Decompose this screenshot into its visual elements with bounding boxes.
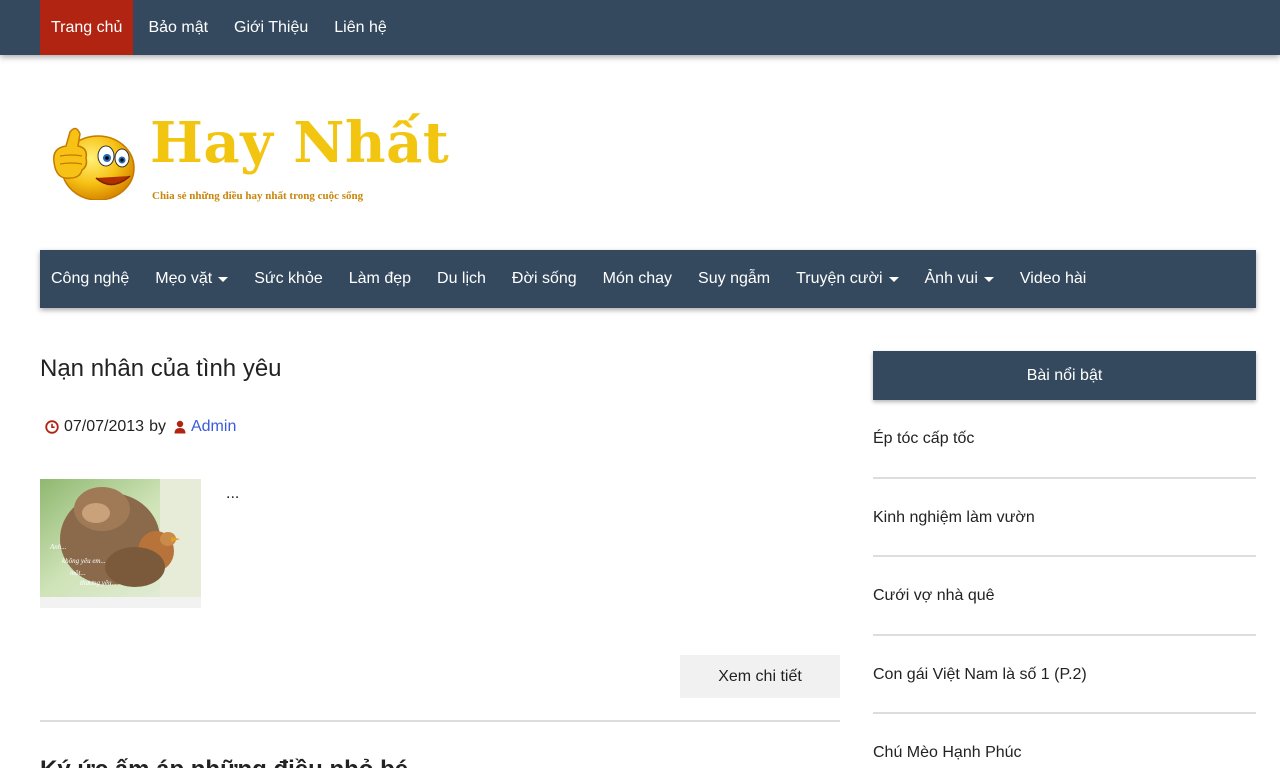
caret-down-icon [888,276,899,282]
nav-health[interactable]: Sức khỏe [243,250,334,308]
nav-funny-videos[interactable]: Video hài [1009,250,1097,308]
list-item: Ép tóc cấp tốc [873,400,1256,479]
nav-tips[interactable]: Mẹo vặt [144,250,239,308]
logo-subtitle: Chia sẻ những điều hay nhất trong cuộc s… [152,190,364,202]
featured-post-link[interactable]: Con gái Việt Nam là số 1 (P.2) [873,666,1087,684]
nav-beauty[interactable]: Làm đẹp [338,250,422,308]
svg-text:một...: một... [70,569,86,577]
sidebar-heading: Bài nổi bật [873,351,1256,400]
svg-text:Anh...: Anh... [49,543,67,551]
thumbs-up-smiley-icon [53,127,135,200]
top-nav: Trang chủ Bảo mật Giới Thiệu Liên hệ [40,0,398,55]
top-nav-security[interactable]: Bảo mật [137,0,219,55]
nav-travel[interactable]: Du lịch [426,250,497,308]
article-meta: 07/07/2013 by Admin [45,418,236,436]
article-title[interactable]: Nạn nhân của tình yêu [40,355,282,383]
svg-text:không yêu em...: không yêu em... [62,557,106,565]
logo-title: Hay Nhất [150,110,450,176]
list-item: Kinh nghiệm làm vườn [873,479,1256,557]
nav-technology[interactable]: Công nghệ [40,250,140,308]
next-article-title[interactable]: Ký ức ấm áp những điều nhỏ bé [40,756,408,768]
article-thumbnail[interactable]: Anh... không yêu em... một... thương yêu… [40,479,201,608]
article-date: 07/07/2013 [64,418,145,435]
thumbnail-image: Anh... không yêu em... một... thương yêu… [40,479,201,608]
nav-funny-pics[interactable]: Ảnh vui [914,250,1005,308]
nav-jokes[interactable]: Truyện cười [785,250,909,308]
read-more-button[interactable]: Xem chi tiết [680,655,840,698]
list-item: Chú Mèo Hạnh Phúc [873,714,1256,768]
list-item: Con gái Việt Nam là số 1 (P.2) [873,636,1256,714]
featured-post-link[interactable]: Kinh nghiệm làm vườn [873,509,1035,527]
caret-down-icon [983,276,994,282]
article-author-link[interactable]: Admin [191,418,236,436]
top-nav-about[interactable]: Giới Thiệu [223,0,319,55]
top-nav-contact[interactable]: Liên hệ [323,0,398,55]
featured-post-link[interactable]: Chú Mèo Hạnh Phúc [873,744,1022,762]
top-bar: Trang chủ Bảo mật Giới Thiệu Liên hệ [0,0,1280,55]
article-divider [40,720,840,722]
article-excerpt: ... [226,485,240,502]
main-nav: Công nghệ Mẹo vặt Sức khỏe Làm đẹp Du lị… [40,250,1256,308]
nav-reflection[interactable]: Suy ngẫm [687,250,781,308]
site-logo[interactable]: Hay Nhất Chia sẻ những điều hay nhất tro… [48,108,449,208]
featured-post-link[interactable]: Ép tóc cấp tốc [873,430,974,448]
featured-posts-list: Ép tóc cấp tốc Kinh nghiệm làm vườn Cưới… [873,400,1256,768]
caret-down-icon [218,276,229,282]
svg-text:thương yêu...: thương yêu... [80,579,117,587]
featured-post-link[interactable]: Cưới vợ nhà quê [873,587,995,605]
top-nav-home[interactable]: Trang chủ [40,0,134,55]
clock-icon [45,420,59,434]
article-by: by [149,418,166,435]
user-icon [174,420,186,434]
nav-life[interactable]: Đời sống [501,250,588,308]
list-item: Cưới vợ nhà quê [873,557,1256,636]
nav-vegetarian[interactable]: Món chay [592,250,683,308]
